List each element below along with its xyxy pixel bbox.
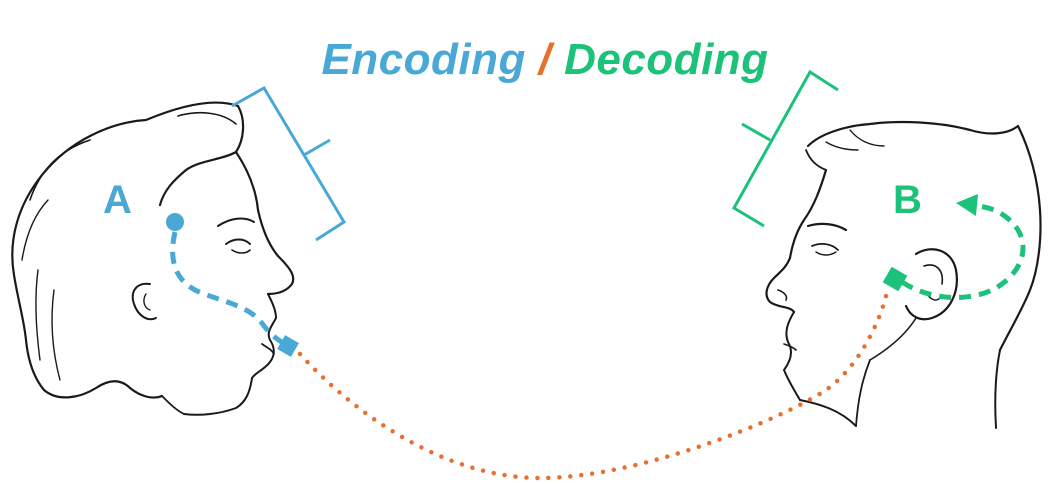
receiver-label: B (893, 178, 922, 222)
sender-label: A (103, 178, 132, 222)
decoding-bracket (731, 69, 839, 228)
encoding-decoding-diagram: Encoding / Decoding A B (0, 0, 1056, 484)
title-decoding: Decoding (564, 35, 769, 84)
encoding-path (166, 213, 299, 357)
transmission-path (297, 293, 889, 481)
encoding-bracket (231, 85, 347, 242)
person-a-head-sketch (11, 101, 295, 416)
encoding-start-dot (166, 213, 184, 231)
title-encoding: Encoding (321, 35, 526, 84)
diagram-title: Encoding / Decoding (0, 34, 1056, 86)
decoding-arrowhead-icon (956, 194, 978, 216)
decoding-start-marker (882, 266, 908, 292)
title-separator: / (538, 35, 552, 84)
